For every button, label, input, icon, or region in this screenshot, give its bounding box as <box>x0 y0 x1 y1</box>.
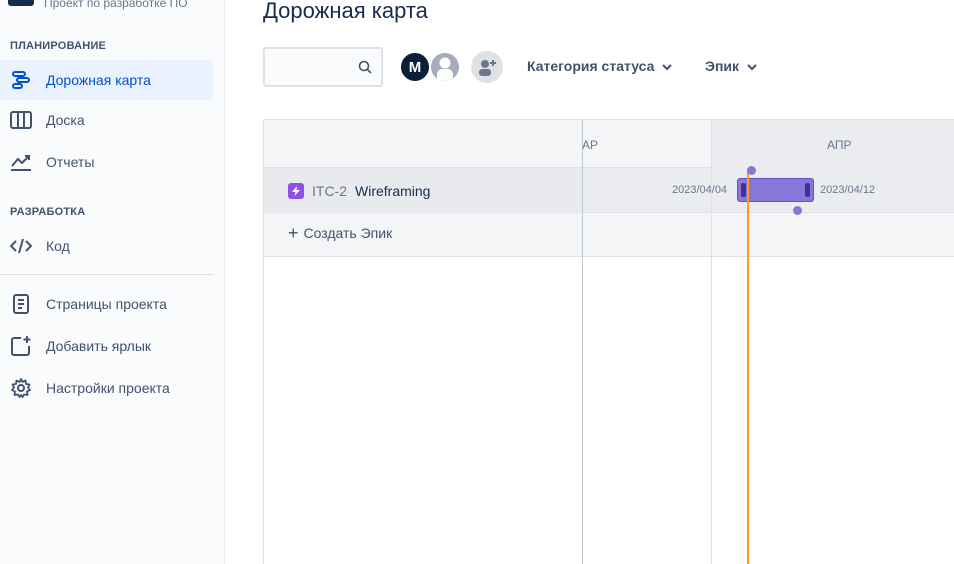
list-divider <box>582 120 583 564</box>
sidebar-item-reports[interactable]: Отчеты <box>0 142 213 182</box>
sidebar-item-label: Добавить ярлык <box>46 338 152 354</box>
search-input[interactable] <box>265 49 355 85</box>
epic-name[interactable]: Wireframing <box>355 183 430 199</box>
sidebar-item-code[interactable]: Код <box>0 226 213 266</box>
sidebar-item-label: Отчеты <box>46 154 95 170</box>
month-label: АПР <box>827 138 852 152</box>
sidebar-item-label: Страницы проекта <box>46 296 167 312</box>
create-epic-button[interactable]: + Создать Эпик <box>288 223 393 243</box>
add-people-button[interactable] <box>471 51 503 83</box>
filter-epic[interactable]: Эпик <box>705 58 757 74</box>
epic-row[interactable]: ITC-2 Wireframing <box>264 168 582 213</box>
plus-icon: + <box>288 223 299 243</box>
sidebar-item-board[interactable]: Доска <box>0 100 213 140</box>
create-epic-label: Создать Эпик <box>303 225 393 241</box>
filter-label: Эпик <box>705 58 740 74</box>
sidebar-item-label: Код <box>46 238 70 254</box>
dependency-dot-bottom[interactable] <box>793 206 802 215</box>
sidebar-item-label: Дорожная карта <box>46 72 151 88</box>
add-shortcut-icon <box>10 335 32 357</box>
bar-start-handle[interactable] <box>741 183 746 197</box>
page-icon <box>10 293 32 315</box>
page-title: Дорожная карта <box>263 0 428 23</box>
code-icon <box>10 235 32 257</box>
board-icon <box>10 109 32 131</box>
add-user-icon <box>479 60 496 76</box>
month-label: АР <box>582 138 599 152</box>
gear-icon <box>10 377 32 399</box>
chevron-down-icon <box>662 58 673 74</box>
dependency-dot-top[interactable] <box>747 166 756 175</box>
epic-icon <box>288 182 304 199</box>
project-logo <box>8 0 34 6</box>
roadmap-grid: ITC-2 Wireframing + Создать Эпик АР АПР … <box>263 119 954 564</box>
user-avatar[interactable] <box>429 51 461 83</box>
epic-key[interactable]: ITC-2 <box>312 183 347 199</box>
search-icon <box>358 60 372 79</box>
section-title-planning: ПЛАНИРОВАНИЕ <box>10 40 107 52</box>
epic-end-date: 2023/04/12 <box>820 184 876 196</box>
chevron-down-icon <box>747 58 757 74</box>
sidebar-item-project-pages[interactable]: Страницы проекта <box>0 284 213 324</box>
sidebar-item-add-shortcut[interactable]: Добавить ярлык <box>0 326 213 366</box>
avatar[interactable]: M <box>399 51 431 83</box>
sidebar-item-label: Доска <box>46 112 85 128</box>
filter-status-category[interactable]: Категория статуса <box>527 58 673 74</box>
bar-end-handle[interactable] <box>805 183 810 197</box>
sidebar: Проект по разработке ПО ПЛАНИРОВАНИЕ Дор… <box>0 0 225 564</box>
project-subtitle: Проект по разработке ПО <box>44 0 188 10</box>
filter-label: Категория статуса <box>527 58 655 74</box>
search-box[interactable] <box>263 47 383 87</box>
today-marker <box>747 170 749 564</box>
sidebar-divider <box>0 274 214 275</box>
roadmap-icon <box>10 69 32 91</box>
user-icon <box>437 57 453 81</box>
section-title-development: РАЗРАБОТКА <box>10 206 86 218</box>
sidebar-item-roadmap[interactable]: Дорожная карта <box>0 60 213 100</box>
reports-icon <box>10 151 32 173</box>
epic-start-date: 2023/04/04 <box>672 184 728 196</box>
app-window: Проект по разработке ПО ПЛАНИРОВАНИЕ Дор… <box>0 0 954 564</box>
sidebar-item-label: Настройки проекта <box>46 380 170 396</box>
sidebar-item-project-settings[interactable]: Настройки проекта <box>0 368 213 408</box>
